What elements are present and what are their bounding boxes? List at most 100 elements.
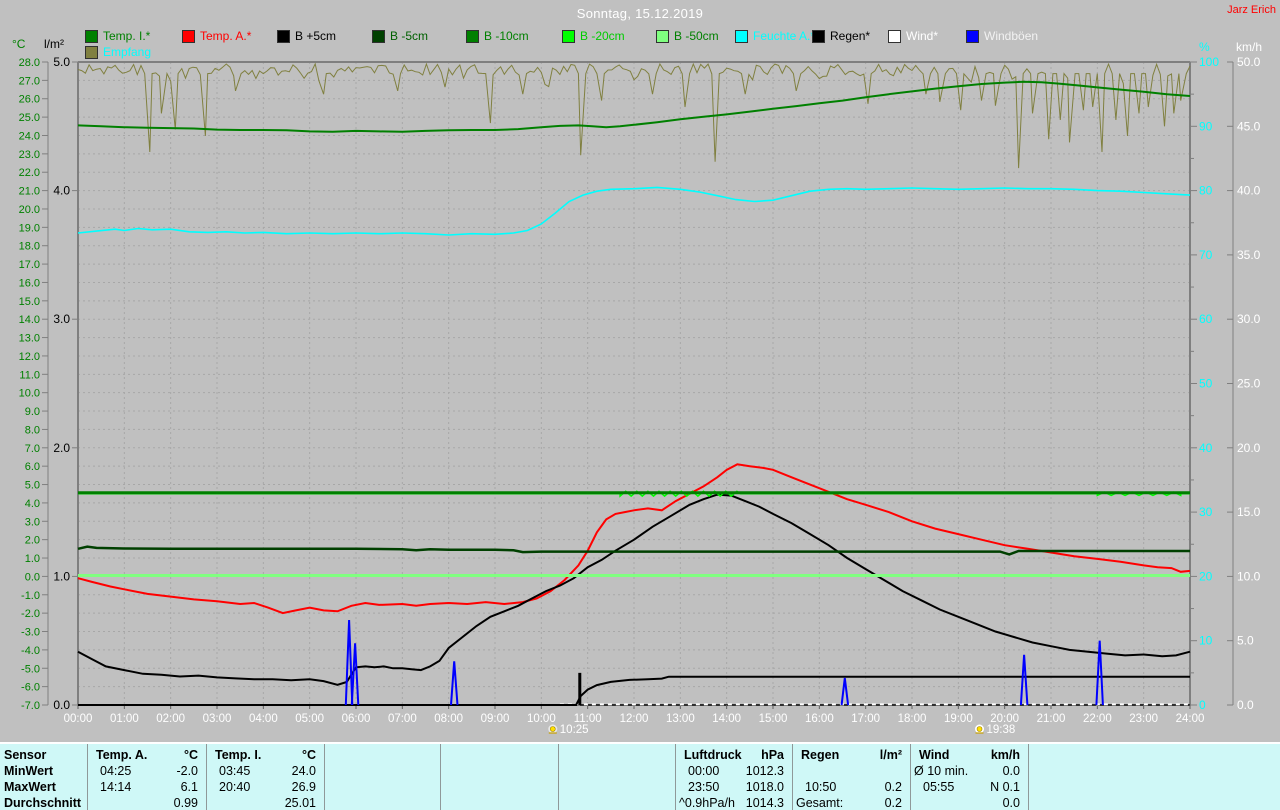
stats-col-unit: [1272, 747, 1280, 763]
svg-text:06:00: 06:00: [342, 713, 371, 725]
svg-text:-7.0: -7.0: [21, 700, 40, 712]
stats-cell-time: [325, 779, 328, 795]
svg-text:5.0: 5.0: [1237, 634, 1254, 648]
stats-cell-value: [550, 779, 558, 795]
svg-text:100: 100: [1199, 55, 1219, 69]
stats-column-wind: Wind km/h Ø 10 min. 0.0 05:55 N 0.1 0.0: [911, 744, 1029, 810]
svg-text:21:00: 21:00: [1037, 713, 1066, 725]
svg-text:17:00: 17:00: [851, 713, 880, 725]
stats-column-temp-i-: Temp. I. °C 03:45 24.0 20:40 26.9 25.01: [207, 744, 325, 810]
svg-text:3.0: 3.0: [53, 312, 70, 326]
stats-row-label-3: Durchschnitt: [4, 796, 82, 810]
stats-cell-value: 6.1: [180, 780, 198, 794]
stats-cell-value: 0.0: [1002, 764, 1020, 778]
stats-column-empty-4: [559, 744, 676, 810]
stats-col-unit: km/h: [990, 748, 1020, 762]
stats-cell-time: [441, 763, 444, 779]
stats-cell-value: [667, 763, 675, 779]
series-temp_i: [77, 80, 1191, 133]
svg-text:02:00: 02:00: [156, 713, 185, 725]
stats-col-name: Temp. A.: [96, 748, 148, 762]
svg-text:-4.0: -4.0: [21, 645, 40, 657]
stats-col-name: [325, 747, 333, 763]
humidity-axis: 0 10 20 30 40 50 60 70 80 90 100: [1190, 55, 1219, 712]
stats-col-name: [559, 747, 567, 763]
svg-text:60: 60: [1199, 312, 1213, 326]
stats-cell-value: 1014.3: [745, 796, 784, 810]
svg-text:26.0: 26.0: [19, 94, 40, 106]
stats-cell-value: 0.2: [884, 796, 902, 810]
stats-cell-time: [1029, 779, 1032, 795]
temp-axis: 28.0 27.0 26.0 25.0 24.0 23.0 22.0 21.0 20.0 19.0…: [19, 57, 49, 712]
svg-text:16:00: 16:00: [805, 713, 834, 725]
stats-cell-time: [793, 763, 796, 779]
svg-text:15.0: 15.0: [19, 296, 40, 308]
svg-text:-6.0: -6.0: [21, 682, 40, 694]
svg-text:1.0: 1.0: [25, 553, 40, 565]
stats-cell-time: [207, 795, 210, 810]
svg-text:14.0: 14.0: [19, 314, 40, 326]
stats-cell-value: 1012.3: [745, 764, 784, 778]
stats-cell-time: 00:00: [688, 764, 720, 778]
svg-text:18.0: 18.0: [19, 241, 40, 253]
svg-text:8.0: 8.0: [25, 424, 40, 436]
stats-cell-value: 0.99: [173, 796, 198, 810]
svg-text:70: 70: [1199, 248, 1213, 262]
stats-column-luftdruck: Luftdruck hPa 00:00 1012.3 23:50 1018.0 ^0.9hP…: [676, 744, 793, 810]
svg-text:30: 30: [1199, 505, 1213, 519]
time-axis: 00:00 01:00 02:00 03:00 04:00 05:00 06:00 07:00…: [64, 705, 1205, 725]
svg-text:22.0: 22.0: [19, 167, 40, 179]
svg-text:45.0: 45.0: [1237, 119, 1261, 133]
stats-table: Sensor MinWert MaxWert Durchschnitt Temp. A.…: [0, 742, 1280, 810]
svg-text:4.0: 4.0: [53, 184, 70, 198]
svg-text:24.0: 24.0: [19, 130, 40, 142]
svg-text:2.0: 2.0: [53, 441, 70, 455]
stats-cell-value: [432, 795, 440, 810]
stats-cell-value: -2.0: [176, 764, 198, 778]
stats-cell-time: 14:14: [100, 780, 132, 794]
svg-text:08:00: 08:00: [434, 713, 463, 725]
stats-column-temp-a-: Temp. A. °C 04:25 -2.0 14:14 6.1 0.99: [88, 744, 207, 810]
weather-chart: 28.0 27.0 26.0 25.0 24.0 23.0 22.0 21.0 20.0 19.0…: [19, 55, 1261, 736]
svg-text:90: 90: [1199, 119, 1213, 133]
stats-col-unit: hPa: [761, 748, 784, 762]
svg-text:13:00: 13:00: [666, 713, 695, 725]
svg-text:10.0: 10.0: [19, 388, 40, 400]
svg-text:22:00: 22:00: [1083, 713, 1112, 725]
svg-text:1.0: 1.0: [53, 569, 70, 583]
svg-text:20.0: 20.0: [1237, 441, 1261, 455]
sun-marker: 19:38: [975, 724, 1015, 736]
svg-text:03:00: 03:00: [203, 713, 232, 725]
svg-text:19:38: 19:38: [987, 724, 1016, 736]
svg-text:24:00: 24:00: [1176, 713, 1205, 725]
svg-text:20.0: 20.0: [19, 204, 40, 216]
svg-text:10:25: 10:25: [560, 724, 589, 736]
svg-text:15.0: 15.0: [1237, 505, 1261, 519]
stats-cell-value: 24.0: [291, 764, 316, 778]
stats-cell-time: 04:25: [100, 764, 132, 778]
stats-cell-value: [667, 779, 675, 795]
stats-cell-time: ^0.9hPa/h: [679, 796, 735, 810]
svg-text:17.0: 17.0: [19, 259, 40, 271]
stats-col-unit: [667, 747, 675, 763]
svg-text:27.0: 27.0: [19, 75, 40, 87]
stats-column-regen: Regen l/m² 10:50 0.2 Gesamt: 0.2: [793, 744, 911, 810]
stats-cell-time: Gesamt:: [796, 796, 844, 810]
stats-column-empty-3: [441, 744, 559, 810]
svg-text:07:00: 07:00: [388, 713, 417, 725]
stats-cell-value: 1018.0: [745, 780, 784, 794]
series-windboeen: [344, 620, 1104, 706]
stats-col-unit: °C: [183, 748, 198, 762]
stats-cell-value: N 0.1: [990, 780, 1020, 794]
stats-cell-time: [559, 795, 562, 810]
stats-col-unit: °C: [301, 748, 316, 762]
stats-col-unit: l/m²: [879, 748, 902, 762]
stats-cell-time: [559, 779, 562, 795]
svg-text:01:00: 01:00: [110, 713, 139, 725]
stats-cell-value: [550, 795, 558, 810]
stats-col-name: Wind: [919, 748, 950, 762]
svg-text:10: 10: [1199, 634, 1213, 648]
stats-cell-time: 05:55: [923, 780, 955, 794]
weather-station-window: Sonntag, 15.12.2019 Jarz Erich °C l/m² %…: [0, 0, 1280, 810]
stats-col-unit: [432, 747, 440, 763]
